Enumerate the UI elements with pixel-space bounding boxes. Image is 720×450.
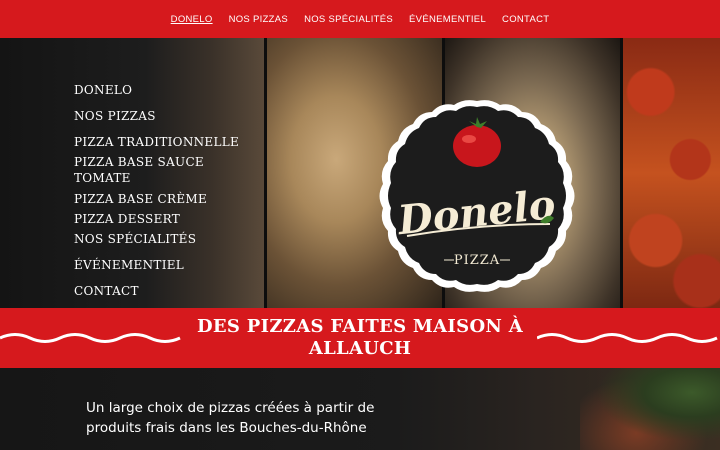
banner-title: DES PIZZAS FAITES MAISON À ALLAUCH	[196, 316, 524, 359]
side-menu: DONELO NOS PIZZAS PIZZA TRADITIONNELLE P…	[74, 82, 244, 299]
side-menu-item-pizza-dessert[interactable]: PIZZA DESSERT	[74, 211, 244, 227]
side-menu-item-pizza-base-sauce-tomate[interactable]: PIZZA BASE SAUCE TOMATE	[74, 154, 204, 186]
hero-divider	[620, 38, 623, 308]
hero-photo-pepperoni	[621, 38, 720, 308]
nav-item-contact[interactable]: CONTACT	[502, 12, 549, 27]
nav-item-nos-specialites[interactable]: NOS SPÉCIALITÉS	[304, 12, 393, 27]
nav-item-donelo[interactable]: DONELO	[171, 12, 213, 27]
side-menu-item-donelo[interactable]: DONELO	[74, 82, 244, 98]
nav-item-nos-pizzas[interactable]: NOS PIZZAS	[229, 12, 288, 27]
side-menu-item-nos-specialites[interactable]: NOS SPÉCIALITÉS	[74, 231, 244, 247]
top-navigation: DONELO NOS PIZZAS NOS SPÉCIALITÉS ÉVÉNEM…	[0, 0, 720, 38]
intro-section: Un large choix de pizzas créées à partir…	[0, 368, 720, 450]
side-menu-item-evenementiel[interactable]: ÉVÉNEMENTIEL	[74, 257, 244, 273]
hero-section: DONELO NOS PIZZAS PIZZA TRADITIONNELLE P…	[0, 38, 720, 308]
side-menu-item-pizza-traditionnelle[interactable]: PIZZA TRADITIONNELLE	[74, 134, 244, 150]
hero-divider	[264, 38, 267, 308]
background-photo	[580, 368, 720, 450]
donelo-logo[interactable]: Donelo PIZZA	[372, 96, 582, 296]
side-menu-item-contact[interactable]: CONTACT	[74, 283, 244, 299]
logo-tagline: PIZZA	[454, 253, 500, 268]
intro-text: Un large choix de pizzas créées à partir…	[86, 400, 375, 436]
side-menu-item-nos-pizzas[interactable]: NOS PIZZAS	[74, 108, 244, 124]
wave-decoration-right	[537, 333, 718, 343]
nav-item-evenementiel[interactable]: ÉVÉNEMENTIEL	[409, 12, 486, 27]
wave-decoration-left	[0, 333, 181, 343]
side-menu-item-pizza-base-creme[interactable]: PIZZA BASE CRÈME	[74, 191, 244, 207]
headline-banner: DES PIZZAS FAITES MAISON À ALLAUCH	[0, 308, 720, 368]
